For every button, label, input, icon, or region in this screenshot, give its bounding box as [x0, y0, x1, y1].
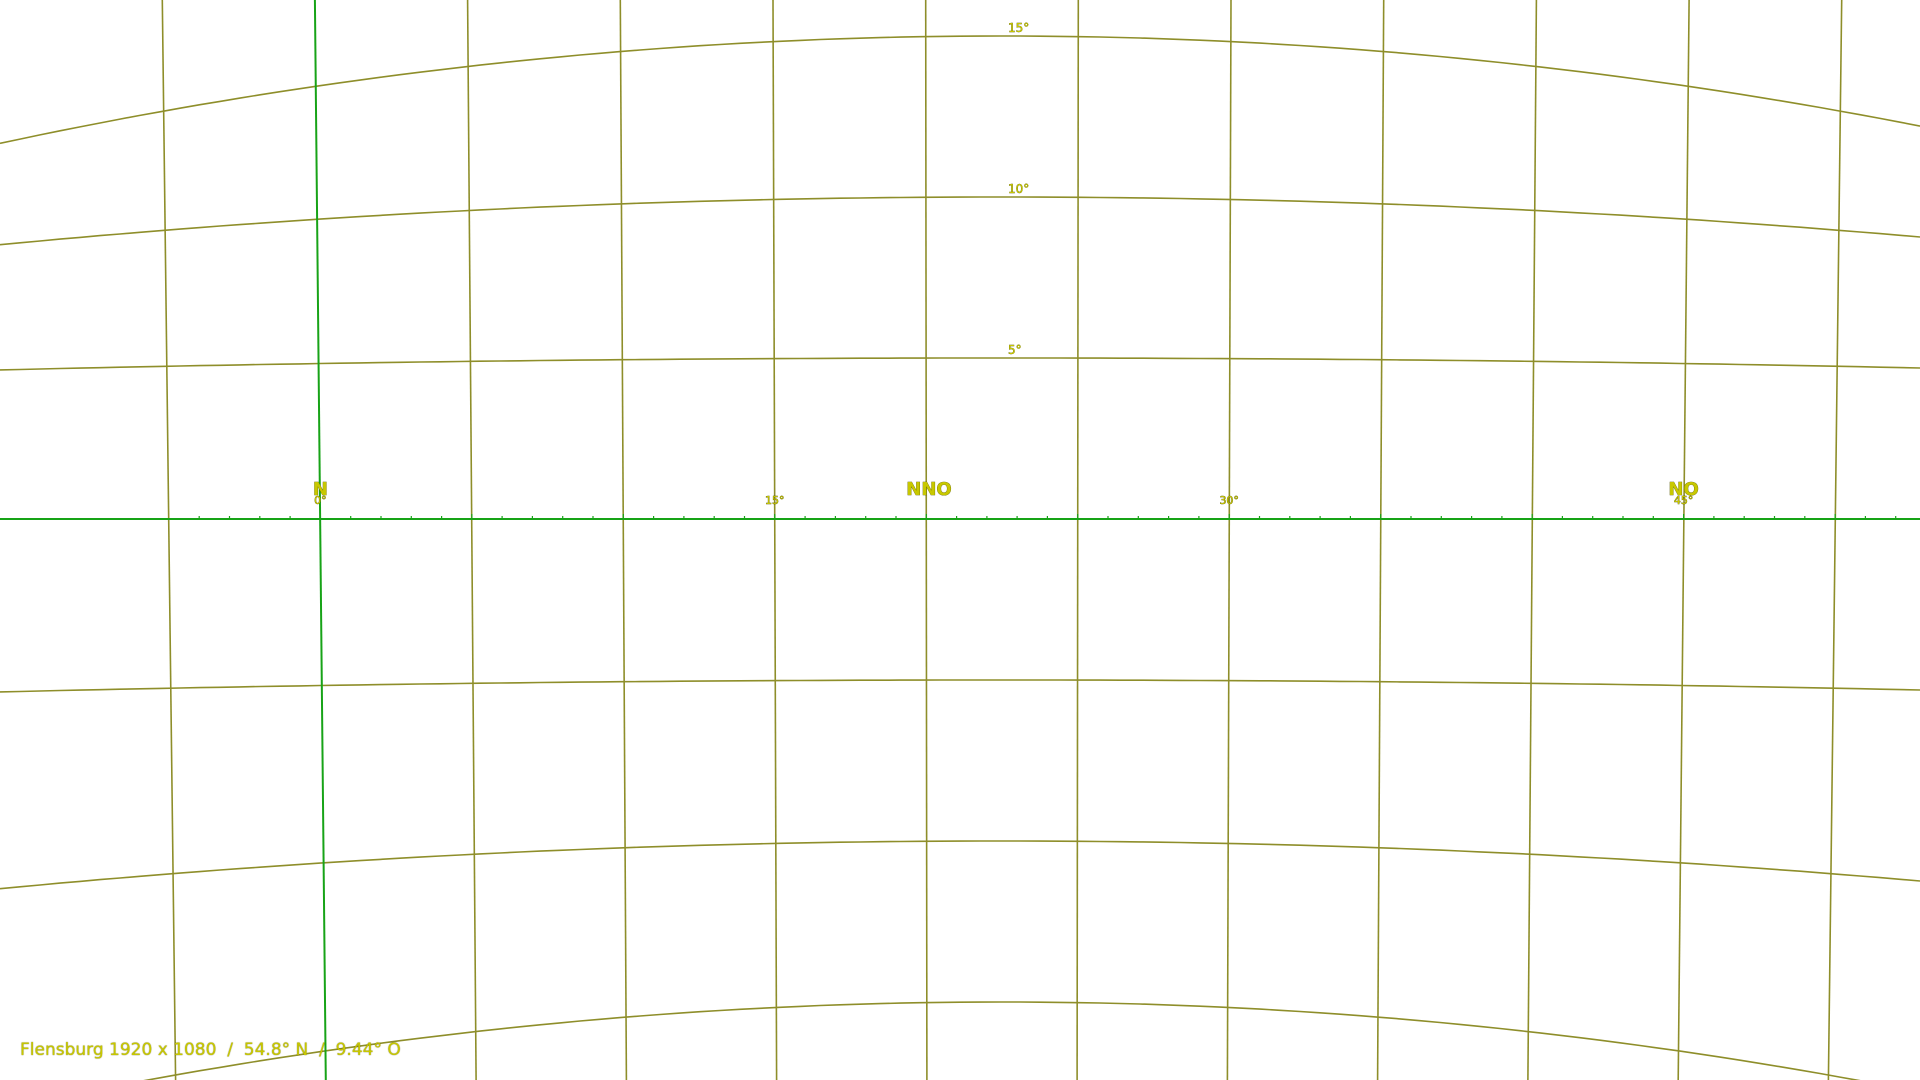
azimuth-line	[772, 0, 778, 1080]
altitude-line	[0, 35, 1920, 145]
grid-labels: N NNO NO0° 15° 30° 45°15°10°5°	[313, 21, 1700, 508]
cardinal-label-nno: NNO	[906, 479, 951, 500]
azimuth-line	[1076, 0, 1080, 1080]
altitude-label-alt10: 10°	[1008, 182, 1029, 196]
altitude-line	[0, 679, 1920, 693]
azimuth-line	[1827, 0, 1843, 1080]
azimuth-line	[466, 0, 477, 1080]
altitude-line	[0, 840, 1920, 890]
altitude-line	[0, 196, 1920, 246]
azimuth-line	[1527, 0, 1538, 1080]
azimuth-line	[1376, 0, 1385, 1080]
azimuth-label-az15: 15°	[765, 494, 785, 507]
azimuth-line	[1226, 0, 1232, 1080]
azimuth-label-az30: 30°	[1219, 494, 1239, 507]
azimuth-line	[619, 0, 628, 1080]
azimuth-label-az0: 0°	[314, 494, 327, 507]
altitude-line	[0, 357, 1920, 371]
azimuth-line	[924, 0, 928, 1080]
location-caption: Flensburg 1920 x 1080 / 54.8° N / 9.44° …	[20, 1040, 401, 1060]
sky-grid: N NNO NO0° 15° 30° 45°15°10°5°	[0, 0, 1920, 1080]
azimuth-label-az45: 45°	[1674, 494, 1694, 507]
azimuth-line	[161, 0, 177, 1080]
altitude-label-alt5: 5°	[1008, 343, 1022, 357]
altitude-label-alt15: 15°	[1008, 21, 1029, 35]
azimuth-line	[1677, 0, 1690, 1080]
grid-lines	[0, 0, 1920, 1080]
north-meridian-line	[313, 0, 327, 1080]
